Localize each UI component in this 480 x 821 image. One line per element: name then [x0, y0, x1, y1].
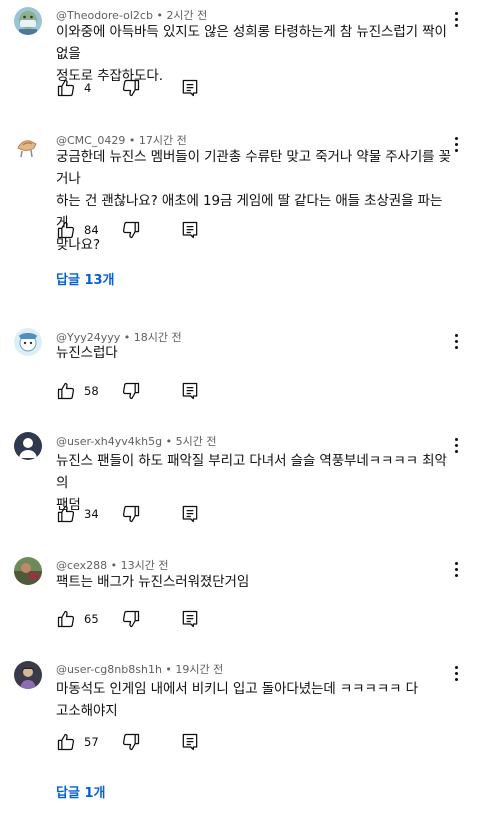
reply-button[interactable] — [180, 607, 200, 631]
thumbs-down-icon — [122, 610, 140, 628]
like-count: 58 — [84, 384, 99, 398]
comment-item: @user-cg8nb8sh1h • 19시간 전 마동석도 인게임 내에서 비… — [0, 660, 480, 810]
like-button[interactable]: 4 — [56, 76, 91, 100]
thumbs-down-icon — [122, 733, 140, 751]
comment-actions: 34 — [56, 502, 256, 526]
comment-actions: 58 — [56, 379, 256, 403]
comment-actions: 84 — [56, 218, 256, 242]
like-button[interactable]: 65 — [56, 607, 99, 631]
view-replies-link[interactable]: 답글 13개 — [56, 269, 115, 288]
like-count: 65 — [84, 612, 99, 626]
thumbs-up-icon — [57, 610, 75, 628]
thumbs-up-icon — [57, 79, 75, 97]
reply-comment-icon — [182, 733, 198, 751]
like-button[interactable]: 84 — [56, 218, 99, 242]
photo-avatar-icon[interactable] — [14, 557, 42, 585]
dislike-button[interactable] — [121, 730, 141, 754]
more-options-icon[interactable] — [446, 331, 466, 351]
reply-button[interactable] — [180, 502, 200, 526]
dislike-button[interactable] — [121, 502, 141, 526]
thumbs-up-icon — [57, 505, 75, 523]
like-count: 57 — [84, 735, 99, 749]
reply-comment-icon — [182, 505, 198, 523]
dark-photo-avatar-icon[interactable] — [14, 661, 42, 689]
thumbs-up-icon — [57, 221, 75, 239]
comment-meta: @user-xh4yv4kh5g • 5시간 전 — [56, 435, 217, 448]
dislike-button[interactable] — [121, 379, 141, 403]
thumbs-down-icon — [122, 505, 140, 523]
comment-item: @cex288 • 13시간 전 팩트는 배그가 뉴진스러워졌단거임 65 — [0, 555, 480, 635]
dislike-button[interactable] — [121, 218, 141, 242]
like-button[interactable]: 58 — [56, 379, 99, 403]
like-button[interactable]: 34 — [56, 502, 99, 526]
like-count: 4 — [84, 81, 92, 95]
comment-actions: 4 — [56, 76, 256, 100]
comment-author[interactable]: @user-cg8nb8sh1h — [56, 663, 162, 676]
sandal-avatar-icon[interactable] — [14, 132, 42, 160]
dislike-button[interactable] — [121, 76, 141, 100]
comment-meta: @user-cg8nb8sh1h • 19시간 전 — [56, 663, 224, 676]
reply-comment-icon — [182, 382, 198, 400]
like-button[interactable]: 57 — [56, 730, 99, 754]
reply-button[interactable] — [180, 76, 200, 100]
thumbs-down-icon — [122, 382, 140, 400]
cartoon-avatar-icon[interactable] — [14, 328, 42, 356]
comment-item: @Yyy24yyy • 18시간 전 뉴진스럽다 58 — [0, 325, 480, 420]
like-count: 34 — [84, 507, 99, 521]
reply-button[interactable] — [180, 730, 200, 754]
thumbs-up-icon — [57, 382, 75, 400]
comment-time: 19시간 전 — [175, 663, 224, 676]
comment-item: @Theodore-ol2cb • 2시간 전 이와중에 아득바득 있지도 않은… — [0, 0, 480, 110]
comment-text: 팩트는 배그가 뉴진스러워졌단거임 — [56, 574, 250, 590]
reply-comment-icon — [182, 221, 198, 239]
comment-actions: 57 — [56, 730, 256, 754]
more-options-icon[interactable] — [446, 9, 466, 29]
more-options-icon[interactable] — [446, 663, 466, 683]
more-options-icon[interactable] — [446, 559, 466, 579]
masked-face-avatar-icon[interactable] — [14, 7, 42, 35]
default-person-avatar-icon[interactable] — [14, 432, 42, 460]
comment-item: @CMC_0429 • 17시간 전 궁금한데 뉴진스 멤버들이 기관총 수류탄… — [0, 125, 480, 295]
thumbs-down-icon — [122, 221, 140, 239]
reply-button[interactable] — [180, 379, 200, 403]
comment-text: 뉴진스럽다 — [56, 345, 118, 361]
thumbs-up-icon — [57, 733, 75, 751]
comment-actions: 65 — [56, 607, 256, 631]
comment-time: 5시간 전 — [175, 435, 217, 448]
comment-item: @user-xh4yv4kh5g • 5시간 전 뉴진스 팬들이 하도 패악질 … — [0, 430, 480, 535]
comment-author[interactable]: @user-xh4yv4kh5g — [56, 435, 162, 448]
reply-comment-icon — [182, 79, 198, 97]
reply-button[interactable] — [180, 218, 200, 242]
view-replies-link[interactable]: 답글 1개 — [56, 782, 105, 801]
more-options-icon[interactable] — [446, 435, 466, 455]
dislike-button[interactable] — [121, 607, 141, 631]
thumbs-down-icon — [122, 79, 140, 97]
comment-text: 마동석도 인게임 내에서 비키니 입고 돌아다녔는데 ㅋㅋㅋㅋㅋ 다 고소해야지 — [56, 681, 418, 719]
like-count: 84 — [84, 223, 99, 237]
reply-comment-icon — [182, 610, 198, 628]
more-options-icon[interactable] — [446, 134, 466, 154]
